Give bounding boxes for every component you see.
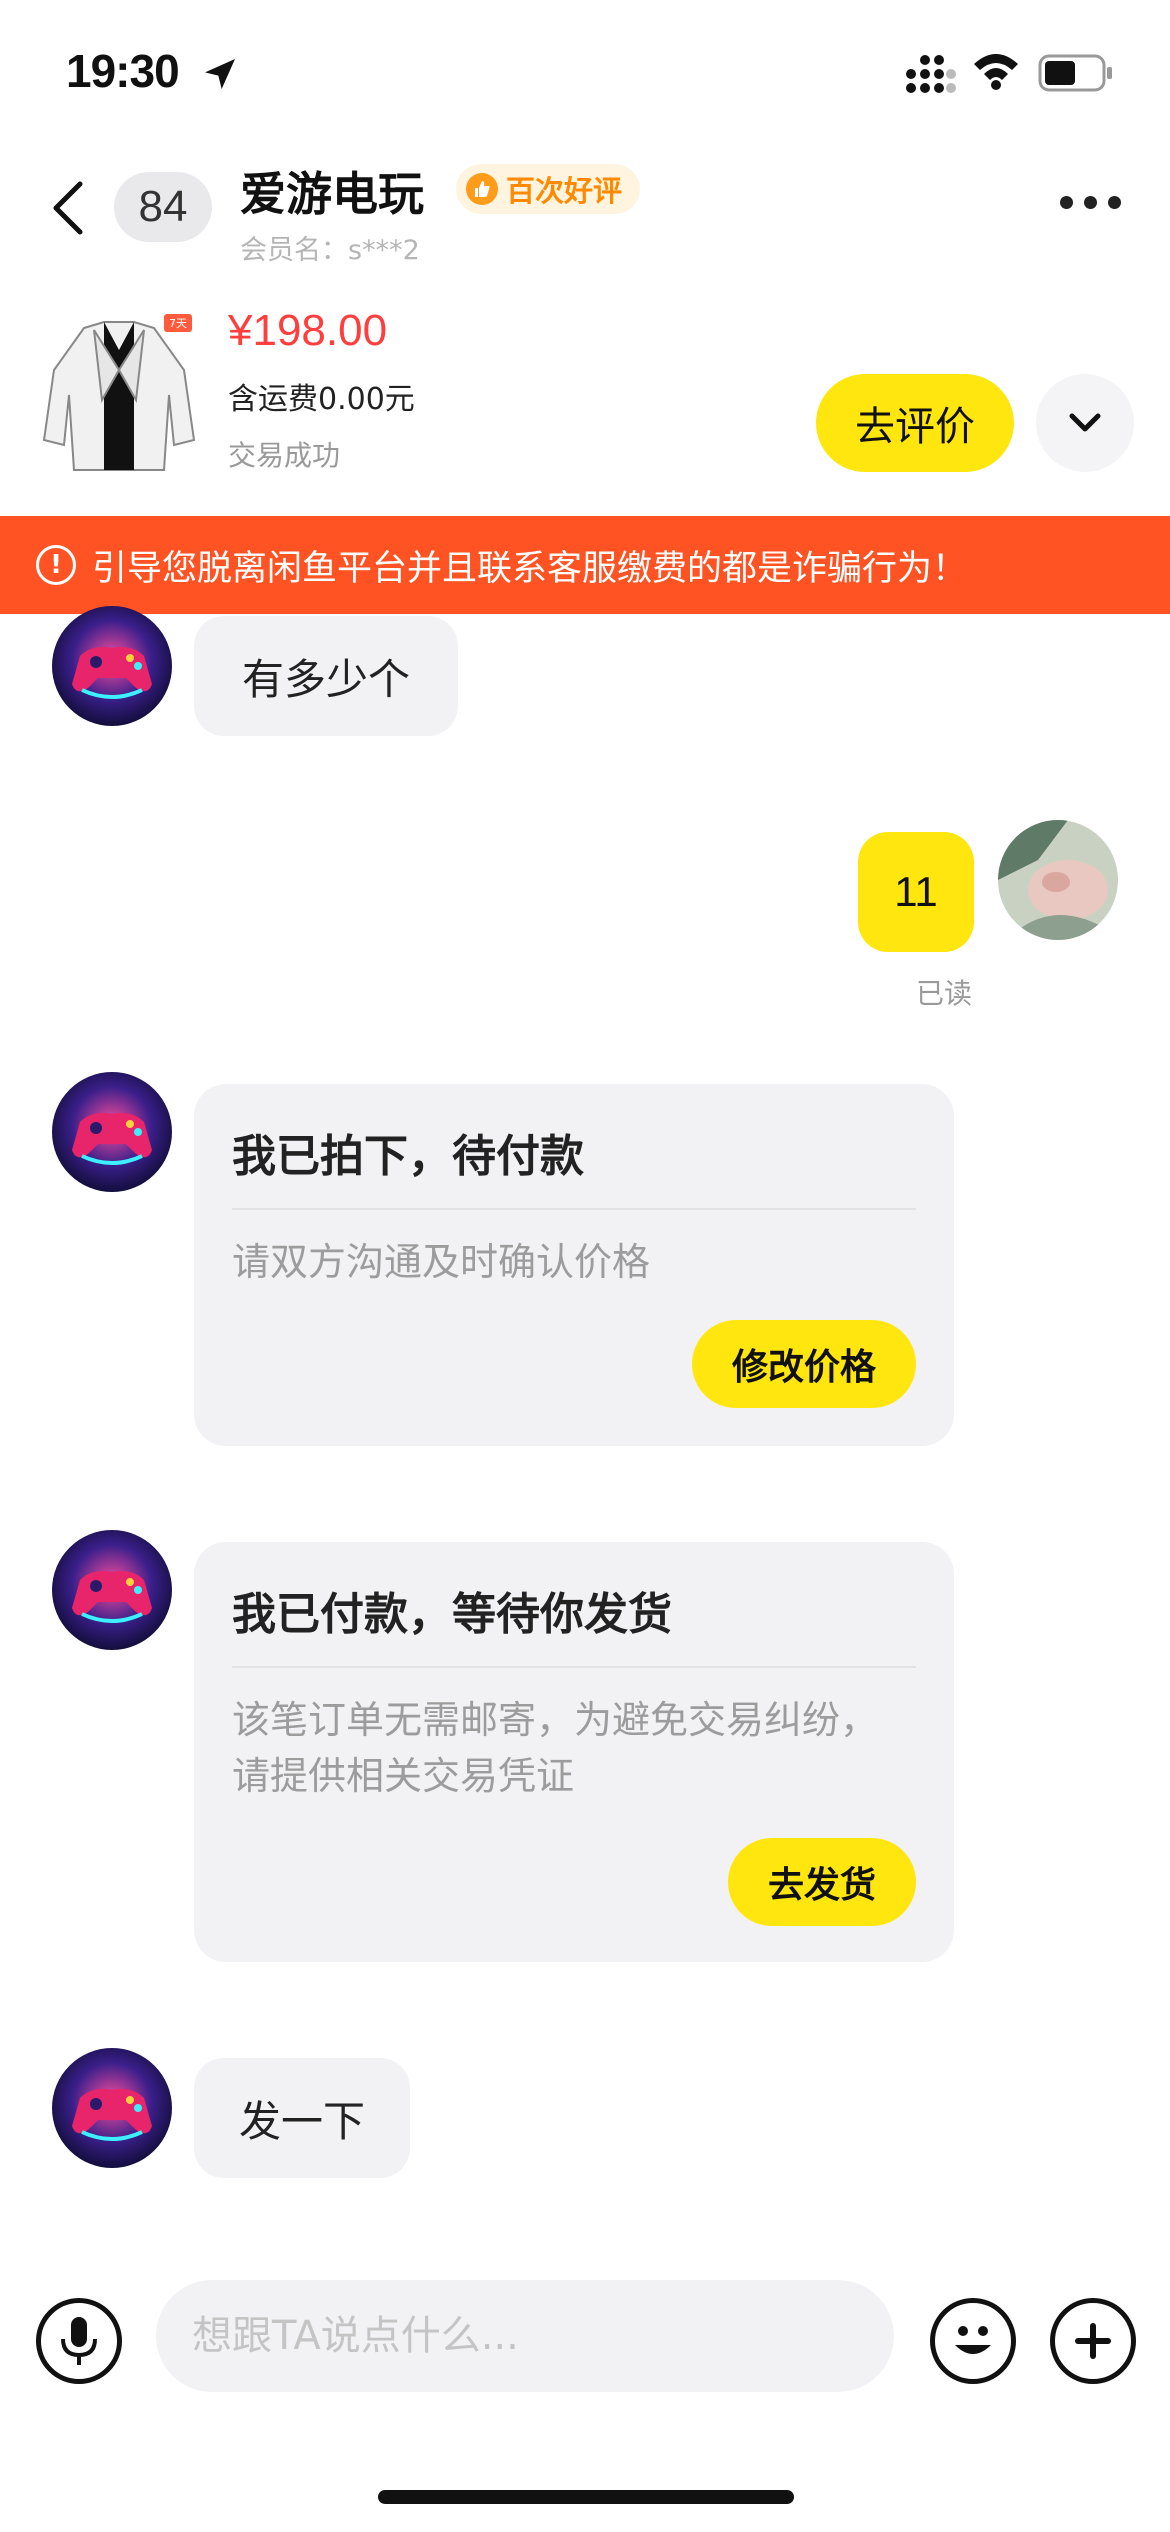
mic-icon bbox=[61, 2317, 97, 2365]
card-divider bbox=[232, 1666, 916, 1668]
emoji-button[interactable] bbox=[930, 2298, 1016, 2384]
praise-badge: 百次好评 bbox=[456, 164, 641, 214]
fraud-warning-banner: ! 引导您脱离闲鱼平台并且联系客服缴费的都是诈骗行为！ bbox=[0, 516, 1170, 614]
trade-status: 交易成功 bbox=[228, 439, 341, 472]
card-description: 该笔订单无需邮寄，为避免交易纠纷，请提供相关交易凭证 bbox=[232, 1698, 879, 1798]
seller-avatar[interactable] bbox=[52, 1530, 172, 1650]
review-button[interactable]: 去评价 bbox=[816, 374, 1014, 472]
shop-name[interactable]: 爱游电玩 bbox=[240, 158, 424, 224]
order-card: 我已拍下，待付款 请双方沟通及时确认价格 修改价格 bbox=[194, 1084, 954, 1446]
seller-avatar[interactable] bbox=[52, 606, 172, 726]
read-receipt: 已读 bbox=[916, 977, 973, 1010]
order-card: 我已付款，等待你发货 该笔订单无需邮寄，为避免交易纠纷，请提供相关交易凭证 去发… bbox=[194, 1542, 954, 1962]
my-message-bubble[interactable]: 11 bbox=[858, 832, 974, 952]
plus-button[interactable] bbox=[1050, 2298, 1136, 2384]
status-time: 19:30 bbox=[66, 45, 180, 97]
thumbs-up-icon bbox=[466, 173, 498, 205]
location-arrow-icon bbox=[205, 59, 235, 89]
signal-icon bbox=[906, 55, 956, 93]
seller-avatar[interactable] bbox=[52, 2048, 172, 2168]
plus-icon bbox=[1075, 2323, 1111, 2359]
praise-badge-label: 百次好评 bbox=[506, 174, 623, 208]
mic-button[interactable] bbox=[36, 2298, 122, 2384]
message-bubble[interactable]: 发一下 bbox=[194, 2058, 410, 2178]
battery-icon bbox=[1038, 54, 1112, 92]
warning-icon: ! bbox=[36, 545, 76, 585]
warning-text: 引导您脱离闲鱼平台并且联系客服缴费的都是诈骗行为！ bbox=[92, 548, 968, 589]
card-title: 我已拍下，待付款 bbox=[232, 1131, 584, 1182]
my-avatar[interactable] bbox=[998, 820, 1118, 940]
emoji-icon bbox=[955, 2326, 991, 2354]
product-tag: 7天 bbox=[169, 317, 187, 330]
back-icon[interactable] bbox=[48, 178, 88, 238]
message-input[interactable] bbox=[156, 2280, 894, 2392]
product-image[interactable]: 7天 bbox=[34, 310, 204, 480]
ship-button[interactable]: 去发货 bbox=[728, 1838, 916, 1926]
home-indicator bbox=[378, 2490, 794, 2504]
card-title: 我已付款，等待你发货 bbox=[232, 1589, 672, 1640]
seller-avatar[interactable] bbox=[52, 1072, 172, 1192]
member-name: 会员名：s***2 bbox=[240, 235, 420, 266]
product-price: ¥198.00 bbox=[228, 306, 388, 355]
unread-count-badge[interactable]: 84 bbox=[114, 172, 212, 242]
card-description: 请双方沟通及时确认价格 bbox=[232, 1240, 651, 1284]
wifi-icon bbox=[974, 54, 1018, 90]
shipping-fee: 含运费0.00元 bbox=[228, 382, 415, 417]
more-icon[interactable] bbox=[1060, 196, 1121, 209]
modify-price-button[interactable]: 修改价格 bbox=[692, 1320, 916, 1408]
card-divider bbox=[232, 1208, 916, 1210]
chevron-down-icon bbox=[1069, 413, 1101, 432]
message-bubble[interactable]: 有多少个 bbox=[194, 616, 458, 736]
expand-button[interactable] bbox=[1036, 374, 1134, 472]
